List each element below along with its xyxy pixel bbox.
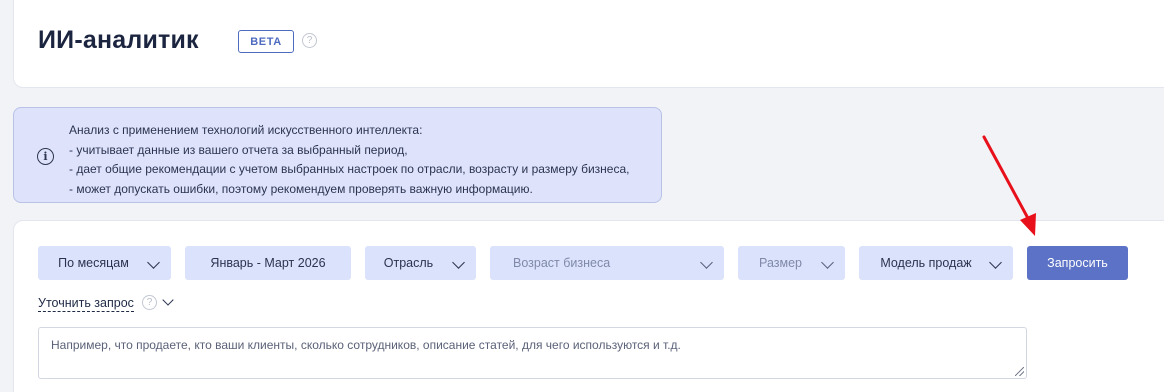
info-box: i Анализ с применением технологий искусс…	[13, 107, 662, 203]
industry-select[interactable]: Отрасль	[365, 246, 476, 280]
business-age-select[interactable]: Возраст бизнеса	[490, 246, 724, 280]
business-age-label: Возраст бизнеса	[513, 256, 611, 270]
refine-request-toggle[interactable]: Уточнить запрос	[38, 296, 134, 312]
date-range-picker[interactable]: Январь - Март 2026	[185, 246, 351, 280]
info-line: - может допускать ошибки, поэтому рекоме…	[69, 181, 533, 196]
info-line: Анализ с применением технологий искусств…	[69, 123, 423, 137]
sales-model-select[interactable]: Модель продаж	[859, 246, 1013, 280]
query-placeholder: Например, что продаете, кто ваши клиенты…	[51, 338, 681, 352]
help-icon[interactable]: ?	[302, 33, 317, 48]
chevron-down-icon	[147, 256, 160, 269]
arrow-shaft	[982, 135, 1032, 224]
industry-label: Отрасль	[383, 256, 434, 270]
chevron-down-icon	[989, 256, 1002, 269]
chevron-down-icon	[452, 256, 465, 269]
size-label: Размер	[759, 256, 802, 270]
chevron-down-icon	[700, 256, 713, 269]
info-line: - дает общие рекомендации с учетом выбра…	[69, 162, 630, 176]
date-range-label: Январь - Март 2026	[210, 256, 326, 270]
refine-help-icon[interactable]: ?	[142, 295, 157, 310]
beta-badge: BETA	[238, 30, 294, 53]
sales-model-label: Модель продаж	[880, 256, 972, 270]
info-icon: i	[37, 148, 54, 165]
period-type-label: По месяцам	[58, 256, 129, 270]
info-line: - учитывает данные из вашего отчета за в…	[69, 142, 408, 157]
query-textarea[interactable]: Например, что продаете, кто ваши клиенты…	[38, 327, 1027, 379]
info-text: Анализ с применением технологий искусств…	[69, 121, 629, 199]
page-title: ИИ-аналитик	[38, 26, 199, 54]
size-select[interactable]: Размер	[738, 246, 845, 280]
period-type-select[interactable]: По месяцам	[38, 246, 171, 280]
resize-handle-icon[interactable]	[1015, 367, 1024, 376]
submit-button[interactable]: Запросить	[1027, 246, 1128, 280]
chevron-down-icon	[821, 256, 834, 269]
